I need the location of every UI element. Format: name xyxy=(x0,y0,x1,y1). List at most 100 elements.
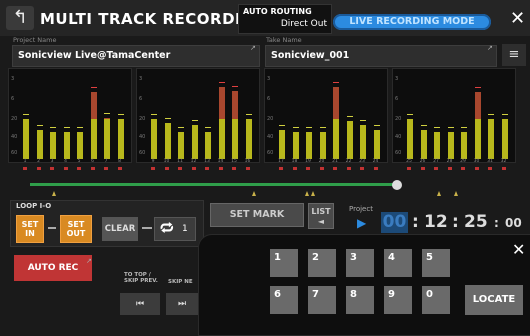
channel-number: 30 xyxy=(473,159,480,164)
channel-number: 27 xyxy=(433,159,439,164)
meter-peak-level xyxy=(333,87,339,119)
meter-peak-hold xyxy=(232,85,238,87)
take-name-field[interactable]: Sonicview_001 xyxy=(265,45,497,67)
keypad-key-2[interactable]: 2 xyxy=(308,249,336,277)
meter-peak-hold xyxy=(245,113,252,115)
project-name-field[interactable]: Sonicview Live@TamaCenter xyxy=(12,45,260,67)
meter-scale-label: 6 xyxy=(395,96,399,102)
meter-scale-label: 20 xyxy=(267,116,274,122)
channel-meter xyxy=(360,69,366,159)
keypad-key-1[interactable]: 1 xyxy=(270,249,298,277)
keypad-key-8[interactable]: 8 xyxy=(346,286,374,314)
back-arrow-icon[interactable]: ↰ xyxy=(6,6,34,30)
timecode-minutes[interactable]: 12 xyxy=(424,212,448,232)
channel-number: 7 xyxy=(104,159,108,164)
timecode-hours[interactable]: 00 xyxy=(381,212,408,233)
set-out-button[interactable]: SET OUT xyxy=(60,215,92,243)
meter-scale-label: 6 xyxy=(11,96,15,102)
channel-meter xyxy=(36,69,43,159)
channel-rec-indicator xyxy=(319,167,324,170)
keypad-key-6[interactable]: 6 xyxy=(270,286,298,314)
channel-rec-indicator xyxy=(461,167,465,170)
channel-meter xyxy=(205,69,211,159)
meter-scale-label: 3 xyxy=(139,76,143,82)
channel-meter xyxy=(447,69,454,159)
set-in-line2: IN xyxy=(25,229,35,238)
live-recording-mode-button[interactable]: LIVE RECORDING MODE xyxy=(333,14,491,30)
channel-number: 3 xyxy=(50,159,54,164)
channel-meter xyxy=(63,69,70,159)
meter-scale-label: 60 xyxy=(139,150,146,156)
meter-level xyxy=(360,124,366,159)
edit-icon[interactable]: ↗ xyxy=(86,257,92,265)
keypad-key-0[interactable]: 0 xyxy=(422,286,450,314)
keypad-key-3[interactable]: 3 xyxy=(346,249,374,277)
keypad-key-4[interactable]: 4 xyxy=(384,249,412,277)
clear-button[interactable]: CLEAR xyxy=(102,217,138,241)
channel-meter xyxy=(279,69,285,159)
channel-number: 1 xyxy=(23,159,27,164)
loop-dash xyxy=(48,227,56,229)
auto-rec-button[interactable]: AUTO REC xyxy=(14,255,92,281)
meter-peak-hold xyxy=(333,82,339,83)
channel-rec-indicator xyxy=(407,167,411,170)
edit-icon[interactable]: ↗ xyxy=(487,44,493,52)
channel-meter xyxy=(501,69,508,159)
auto-routing-indicator[interactable]: AUTO ROUTING Direct Out xyxy=(238,4,332,34)
list-arrow-icon: ◄ xyxy=(317,217,325,226)
channel-rec-indicator xyxy=(191,167,196,170)
transport-position-bar[interactable] xyxy=(30,183,398,186)
mark-list-button[interactable]: LIST ◄ xyxy=(308,203,334,229)
channel-number: 31 xyxy=(487,159,493,164)
meter-peak-level xyxy=(232,90,238,119)
playhead-handle[interactable] xyxy=(392,180,402,190)
list-label: LIST xyxy=(311,207,331,216)
auto-routing-value: Direct Out xyxy=(280,19,327,29)
channel-rec-indicator xyxy=(178,167,182,170)
meter-level xyxy=(218,118,225,159)
set-mark-button[interactable]: SET MARK xyxy=(210,203,304,227)
timecode-sep: : xyxy=(412,212,419,232)
skip-next-button[interactable]: ⏭ xyxy=(166,293,198,315)
loop-count-button[interactable]: 🔁︎ 1 xyxy=(154,217,196,241)
channel-rec-indicator xyxy=(447,167,452,170)
meter-peak-hold xyxy=(117,113,124,115)
edit-icon[interactable]: ↗ xyxy=(250,44,256,52)
meter-level xyxy=(333,118,339,159)
close-icon[interactable]: ✕ xyxy=(510,8,525,29)
channel-rec-indicator xyxy=(434,167,438,170)
meter-scale-label: 40 xyxy=(395,134,402,140)
channel-rec-indicator xyxy=(373,167,378,170)
timecode-seconds[interactable]: 25 xyxy=(464,212,488,232)
meter-peak-hold xyxy=(346,116,353,118)
channel-rec-indicator xyxy=(90,167,95,170)
meter-level xyxy=(279,130,285,159)
skip-prev-button[interactable]: ⏮ xyxy=(120,293,160,315)
channel-meter xyxy=(319,69,326,159)
channel-rec-indicator xyxy=(306,167,310,170)
meter-peak-level xyxy=(90,91,97,119)
keypad-key-7[interactable]: 7 xyxy=(308,286,336,314)
meter-level xyxy=(36,130,43,159)
keypad-key-5[interactable]: 5 xyxy=(422,249,450,277)
play-status-icon: ▶ xyxy=(357,216,367,230)
meter-level xyxy=(461,132,467,159)
channel-number: 6 xyxy=(91,159,94,164)
channel-meter xyxy=(434,69,440,159)
meter-peak-hold xyxy=(178,127,184,128)
set-in-button[interactable]: SET IN xyxy=(16,215,44,243)
menu-icon[interactable]: ≡ xyxy=(502,44,526,66)
keypad-key-9[interactable]: 9 xyxy=(384,286,412,314)
channel-number: 16 xyxy=(244,159,251,164)
locate-button[interactable]: LOCATE xyxy=(465,285,523,315)
channel-number: 4 xyxy=(64,159,67,164)
meter-peak-hold xyxy=(420,125,427,127)
meter-peak-hold xyxy=(164,118,171,119)
channel-meter xyxy=(232,69,238,159)
timecode-frames[interactable]: 00 xyxy=(505,216,522,230)
channel-rec-indicator xyxy=(501,167,506,170)
close-icon[interactable]: ✕ xyxy=(512,240,525,259)
channel-number: 19 xyxy=(305,159,311,164)
meter-group: 3 6 20 40 60 xyxy=(264,68,388,163)
meter-scale-label: 6 xyxy=(267,96,271,102)
